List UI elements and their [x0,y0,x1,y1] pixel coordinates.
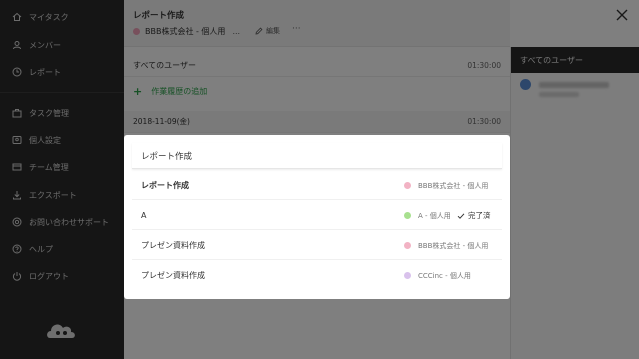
check-icon [457,212,465,219]
task-search-modal: レポート作成 レポート作成 BBB株式会社 - 個人用 A A - 個人用 完了… [124,135,510,299]
completed-label: 完了済 [468,211,491,220]
task-option-project-name: BBB株式会社 - 個人用 [418,181,489,190]
task-option-project: CCCinc - 個人用 [404,261,471,290]
task-option-project-name: BBB株式会社 - 個人用 [418,241,489,250]
task-option[interactable]: プレゼン資料作成 CCCinc - 個人用 [132,261,502,290]
task-option[interactable]: プレゼン資料作成 BBB株式会社 - 個人用 [132,231,502,260]
project-color-dot [404,272,411,279]
task-search-input[interactable]: レポート作成 [132,143,502,169]
task-option-project-name: CCCinc - 個人用 [418,271,471,280]
project-color-dot [404,182,411,189]
task-option-project-name: A - 個人用 [418,211,451,220]
task-option[interactable]: レポート作成 BBB株式会社 - 個人用 [132,171,502,200]
project-color-dot [404,212,411,219]
task-option-project: BBB株式会社 - 個人用 [404,171,488,200]
task-option-project: A - 個人用 [404,201,451,230]
task-option-project: BBB株式会社 - 個人用 [404,231,488,260]
completed-badge: 完了済 [457,201,491,230]
task-option[interactable]: A A - 個人用 完了済 [132,201,502,230]
project-color-dot [404,242,411,249]
